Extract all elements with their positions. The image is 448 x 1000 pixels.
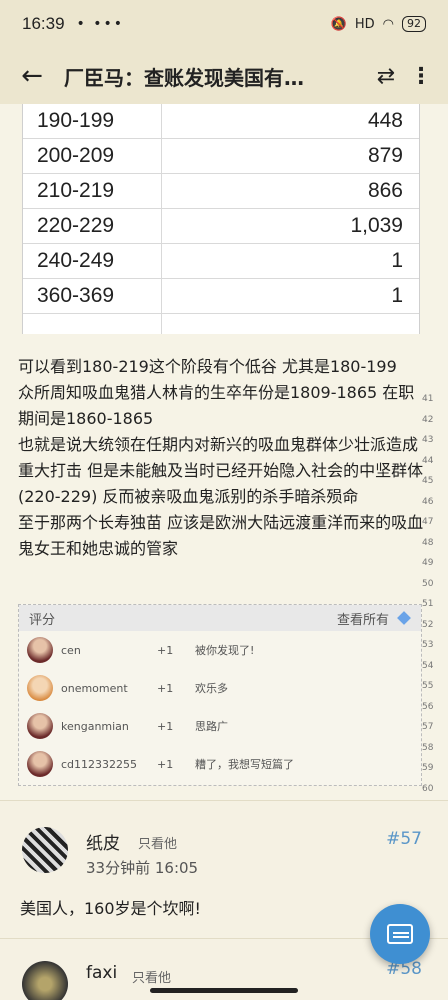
table-row: 240-249 1 (23, 244, 419, 279)
status-dots: • ••• (76, 16, 125, 32)
table-cell-count: 448 (367, 109, 403, 132)
rating-comment: 思路广 (195, 720, 228, 733)
table-row: 200-209 879 (23, 139, 419, 174)
line-number: 42 (422, 414, 434, 425)
rating-panel: 评分 查看所有 cen +1 被你发现了! onemoment +1 欢乐多 k… (18, 604, 422, 786)
line-number: 52 (422, 619, 434, 630)
mute-icon: 🔕 (330, 16, 347, 32)
post-content: 190-199 448 200-209 879 210-219 866 220-… (0, 104, 448, 835)
table-row: 190-199 448 (23, 104, 419, 139)
table-cell-count: 1,039 (350, 214, 403, 237)
chat-icon (387, 924, 413, 944)
rating-title: 评分 (29, 612, 56, 628)
line-number: 53 (422, 640, 434, 650)
table-cell-range: 200-209 (37, 144, 115, 167)
post-paragraph: 可以看到180-219这个阶段有个低谷 尤其是180-199 (18, 357, 397, 376)
avatar[interactable] (22, 961, 68, 1000)
comment-time: 33分钟前 16:05 (86, 859, 199, 877)
table-row: 210-219 866 (23, 174, 419, 209)
swap-icon[interactable]: ⇄ (366, 64, 406, 89)
rating-user[interactable]: onemoment (61, 682, 151, 695)
status-bar: 16:39 • ••• 🔕 HD ◠ 92 (0, 0, 448, 48)
line-number: 48 (422, 537, 434, 548)
only-him-button[interactable]: 只看他 (132, 967, 171, 986)
line-number: 49 (422, 558, 434, 568)
line-number: 59 (422, 763, 434, 773)
rating-user[interactable]: kenganmian (61, 720, 151, 733)
view-all-arrow-icon[interactable] (397, 611, 411, 625)
table-cell-range: 220-229 (37, 214, 115, 237)
rating-user[interactable]: cen (61, 644, 151, 657)
home-indicator[interactable] (150, 988, 298, 993)
rating-item: onemoment +1 欢乐多 (19, 669, 421, 707)
post-paragraph: 至于那两个长寿独苗 应该是欧洲大陆远渡重洋而来的吸血鬼女王和她忠诚的管家 (18, 513, 424, 558)
line-number: 44 (422, 455, 434, 466)
page-title: 厂臣马：查账发现美国有… (64, 65, 304, 90)
wifi-icon: ◠ (382, 16, 394, 32)
line-number: 50 (422, 578, 434, 589)
avatar[interactable] (27, 751, 53, 777)
comment-text: 美国人，160岁是个坎啊! (20, 899, 201, 918)
rating-comment: 被你发现了! (195, 644, 255, 657)
view-all-link[interactable]: 查看所有 (337, 609, 389, 628)
only-him-button[interactable]: 只看他 (138, 833, 177, 852)
status-icons: 🔕 HD ◠ 92 (331, 16, 426, 32)
rating-points: +1 (157, 757, 174, 771)
rating-item: cd112332255 +1 糟了，我想写短篇了 (19, 745, 421, 783)
line-number: 46 (422, 496, 434, 507)
line-number: 47 (422, 517, 434, 527)
table-cell-range: 240-249 (37, 249, 115, 272)
table-row: 220-229 1,039 (23, 209, 419, 244)
table-cell-range: 190-199 (37, 109, 115, 132)
line-numbers: 41 42 43 44 45 46 47 48 49 50 51 52 53 5… (422, 394, 442, 845)
rating-comment: 糟了，我想写短篇了 (195, 758, 294, 771)
floor-number[interactable]: #57 (386, 829, 422, 849)
battery-icon: 92 (402, 16, 426, 32)
line-number: 45 (422, 476, 434, 486)
line-number: 51 (422, 599, 434, 609)
avatar[interactable] (27, 713, 53, 739)
avatar[interactable] (22, 827, 68, 873)
avatar[interactable] (27, 637, 53, 663)
table-cell-count: 1 (391, 284, 403, 307)
comment-author[interactable]: 纸皮 (86, 829, 120, 854)
line-number: 56 (422, 701, 434, 712)
top-app-bar: ← 厂臣马：查账发现美国有… ⇄ ⋮ (0, 48, 448, 104)
post-paragraph: 也就是说大统领在任期内对新兴的吸血鬼群体少壮派造成重大打击 但是未能触及当时已经… (18, 435, 424, 506)
rating-points: +1 (157, 643, 174, 657)
table-row: 360-369 1 (23, 279, 419, 314)
line-number: 43 (422, 435, 434, 445)
signal-label: HD (354, 16, 375, 32)
rating-points: +1 (157, 681, 174, 695)
post-paragraph: 众所周知吸血鬼猎人林肯的生卒年份是1809-1865 在职期间是1860-186… (18, 383, 415, 428)
table-cell-count: 1 (391, 249, 403, 272)
table-cell-count: 866 (367, 179, 403, 202)
back-arrow-icon[interactable]: ← (12, 56, 52, 96)
line-number: 58 (422, 742, 434, 753)
rating-comment: 欢乐多 (195, 682, 228, 695)
table-cell-count: 879 (367, 144, 403, 167)
status-time: 16:39 (22, 14, 65, 33)
line-number: 54 (422, 660, 434, 671)
rating-user[interactable]: cd112332255 (61, 758, 151, 771)
rating-header: 评分 查看所有 (19, 605, 421, 631)
comment-author[interactable]: faxi (86, 963, 117, 983)
post-body: 可以看到180-219这个阶段有个低谷 尤其是180-199 众所周知吸血鬼猎人… (18, 354, 424, 562)
table-cell-range: 360-369 (37, 284, 115, 307)
table-cell-range: 210-219 (37, 179, 115, 202)
avatar[interactable] (27, 675, 53, 701)
line-number: 41 (422, 394, 434, 404)
reply-button[interactable] (370, 904, 430, 964)
line-number: 55 (422, 681, 434, 691)
rating-points: +1 (157, 719, 174, 733)
line-number: 57 (422, 722, 434, 732)
screenshot-table: 190-199 448 200-209 879 210-219 866 220-… (22, 104, 420, 334)
rating-item: cen +1 被你发现了! (19, 631, 421, 669)
more-icon[interactable]: ⋮ (406, 64, 436, 89)
rating-item: kenganmian +1 思路广 (19, 707, 421, 745)
